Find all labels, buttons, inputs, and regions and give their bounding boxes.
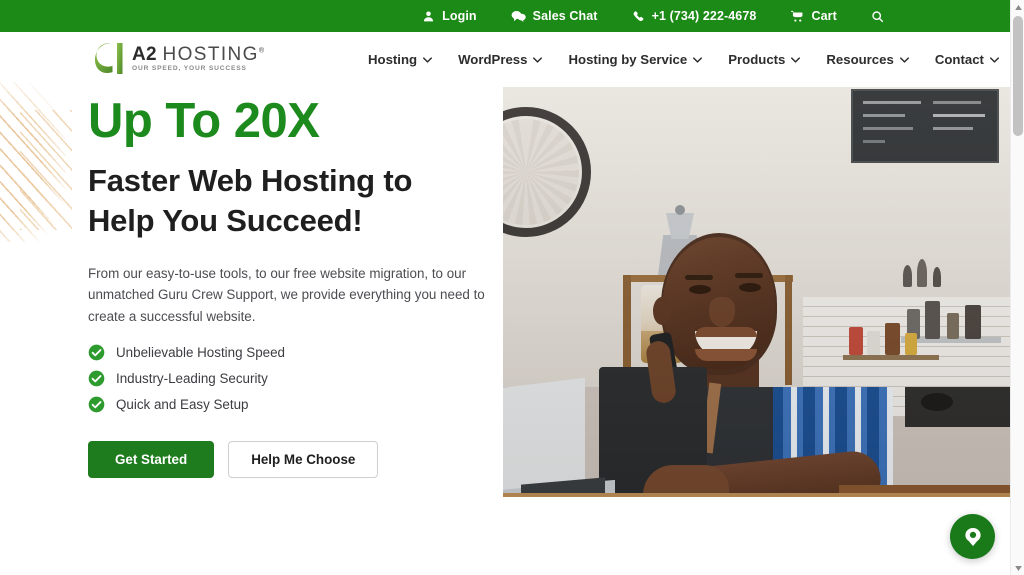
nav-item-hosting-by-service[interactable]: Hosting by Service: [568, 52, 703, 67]
nav-label: Resources: [826, 52, 894, 67]
feature-label: Unbelievable Hosting Speed: [116, 344, 285, 360]
search-button[interactable]: [871, 10, 884, 23]
login-link[interactable]: Login: [422, 10, 477, 23]
chevron-down-icon: [533, 56, 543, 63]
scrollbar-thumb[interactable]: [1013, 16, 1023, 136]
sales-chat-label: Sales Chat: [532, 8, 598, 23]
hero-content: Up To 20X Faster Web Hosting to Help You…: [88, 94, 498, 478]
a2-logo-mark-icon: [95, 42, 125, 75]
cart-label: Cart: [811, 8, 837, 23]
feature-label: Quick and Easy Setup: [116, 396, 249, 412]
nav-label: Contact: [934, 52, 984, 67]
chat-icon: [511, 10, 526, 23]
chevron-down-icon: [423, 56, 433, 63]
phone-icon: [632, 10, 645, 23]
check-circle-icon: [88, 370, 105, 387]
nav-item-contact[interactable]: Contact: [935, 52, 999, 67]
hero-subcopy: From our easy-to-use tools, to our free …: [88, 265, 485, 325]
hero-image: [503, 87, 1010, 497]
nav-item-hosting[interactable]: Hosting: [368, 52, 433, 67]
scrollbar-down-arrow[interactable]: [1011, 561, 1024, 575]
user-icon: [422, 10, 435, 23]
chat-bubble-icon: [964, 527, 981, 546]
chevron-down-icon: [693, 56, 703, 63]
phone-number-label: +1 (734) 222-4678: [651, 8, 757, 23]
login-label: Login: [442, 8, 477, 23]
headline-line-1: Faster Web Hosting to: [88, 163, 413, 199]
nav-label: Products: [728, 52, 786, 67]
list-item: Industry-Leading Security: [88, 370, 498, 387]
primary-navigation: Hosting WordPress Hosting by Service Pro…: [368, 52, 999, 67]
logo-tagline: OUR SPEED, YOUR SUCCESS: [132, 64, 247, 72]
cart-link[interactable]: Cart: [790, 8, 837, 23]
nav-label: WordPress: [458, 52, 528, 67]
decorative-diagonal-stripes-secondary: [20, 110, 72, 230]
nav-label: Hosting: [368, 52, 418, 67]
page-title: Faster Web Hosting to Help You Succeed!: [88, 161, 498, 240]
nav-item-products[interactable]: Products: [728, 52, 801, 67]
help-me-choose-button[interactable]: Help Me Choose: [228, 440, 379, 478]
logo-wordmark: A2 HOSTING®: [132, 43, 265, 65]
top-utility-bar: Login Sales Chat +1 (734) 222-4678 Cart: [0, 0, 1010, 32]
check-circle-icon: [88, 344, 105, 361]
chevron-down-icon: [791, 56, 801, 63]
cart-icon: [790, 10, 804, 23]
check-circle-icon: [88, 396, 105, 413]
chevron-down-icon: [989, 56, 999, 63]
feature-label: Industry-Leading Security: [116, 370, 268, 386]
phone-link[interactable]: +1 (734) 222-4678: [632, 10, 757, 23]
scrollbar-up-arrow[interactable]: [1011, 0, 1024, 14]
nav-item-resources[interactable]: Resources: [826, 52, 909, 67]
site-logo[interactable]: A2 HOSTING® OUR SPEED, YOUR SUCCESS: [95, 42, 264, 75]
chat-widget-button[interactable]: [950, 514, 995, 559]
list-item: Quick and Easy Setup: [88, 396, 498, 413]
get-started-button[interactable]: Get Started: [88, 440, 215, 478]
nav-label: Hosting by Service: [568, 52, 688, 67]
list-item: Unbelievable Hosting Speed: [88, 344, 498, 361]
vertical-scrollbar[interactable]: [1010, 0, 1024, 575]
headline-line-2: Help You Succeed!: [88, 203, 363, 239]
cta-row: Get Started Help Me Choose: [88, 440, 498, 478]
page-root: Login Sales Chat +1 (734) 222-4678 Cart …: [0, 0, 1024, 575]
nav-item-wordpress[interactable]: WordPress: [458, 52, 543, 67]
search-icon: [871, 10, 884, 23]
hero-eyebrow: Up To 20X: [88, 94, 320, 148]
chevron-down-icon: [899, 56, 909, 63]
sales-chat-link[interactable]: Sales Chat: [511, 10, 598, 23]
feature-list: Unbelievable Hosting Speed Industry-Lead…: [88, 344, 498, 413]
